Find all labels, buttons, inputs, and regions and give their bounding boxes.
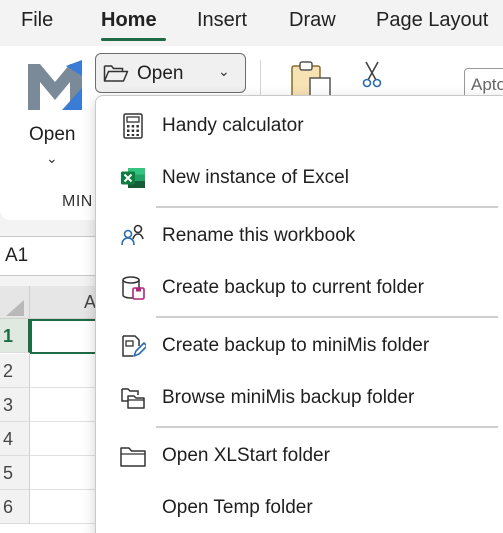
calculator-icon bbox=[123, 113, 143, 139]
open-split-button[interactable]: Open ⌄ bbox=[95, 53, 246, 93]
menu-item-handy-calculator[interactable]: Handy calculator bbox=[96, 101, 503, 151]
scissors-icon[interactable] bbox=[360, 60, 384, 88]
grid-line bbox=[30, 421, 100, 422]
row-number: 2 bbox=[3, 361, 14, 381]
row-header-2[interactable]: 2 bbox=[0, 354, 30, 388]
ribbon-tab-bar: File Home Insert Draw Page Layout bbox=[0, 0, 503, 44]
open-folder-icon bbox=[103, 65, 129, 82]
menu-separator bbox=[156, 316, 498, 318]
menu-item-open-temp-folder[interactable]: Open Temp folder bbox=[96, 483, 503, 533]
row-header-3[interactable]: 3 bbox=[0, 388, 30, 422]
backup-pen-icon bbox=[122, 335, 146, 357]
minimis-logo-icon[interactable] bbox=[26, 58, 84, 112]
tab-page-layout[interactable]: Page Layout bbox=[376, 9, 488, 32]
backup-cylinder-icon bbox=[122, 276, 145, 300]
menu-item-browse-minimis-backup[interactable]: Browse miniMis backup folder bbox=[96, 373, 503, 423]
paste-icon[interactable] bbox=[290, 60, 332, 100]
rename-users-icon bbox=[121, 224, 144, 246]
menu-item-backup-minimis-folder[interactable]: Create backup to miniMis folder bbox=[96, 321, 503, 371]
chevron-down-icon[interactable]: ⌄ bbox=[218, 63, 230, 80]
menu-item-label: Open XLStart folder bbox=[162, 445, 330, 466]
row-number: 3 bbox=[3, 395, 14, 415]
menu-item-label: Open Temp folder bbox=[162, 497, 313, 518]
menu-item-label: Handy calculator bbox=[162, 115, 304, 136]
grid-line bbox=[30, 387, 100, 388]
menu-separator bbox=[156, 206, 498, 208]
row-number: 1 bbox=[3, 326, 14, 346]
grid-line bbox=[30, 489, 100, 490]
menu-item-backup-current-folder[interactable]: Create backup to current folder bbox=[96, 263, 503, 313]
tab-insert[interactable]: Insert bbox=[197, 9, 247, 32]
menu-item-label: Rename this workbook bbox=[162, 225, 356, 246]
active-tab-indicator bbox=[101, 38, 166, 41]
folder-icon bbox=[120, 447, 146, 467]
menu-item-label: New instance of Excel bbox=[162, 167, 349, 188]
tab-home[interactable]: Home bbox=[101, 9, 157, 32]
row-header-4[interactable]: 4 bbox=[0, 422, 30, 456]
menu-item-open-xlstart-folder[interactable]: Open XLStart folder bbox=[96, 431, 503, 481]
tab-draw[interactable]: Draw bbox=[289, 9, 336, 32]
menu-item-label: Create backup to current folder bbox=[162, 277, 424, 298]
grid-line bbox=[30, 523, 100, 524]
menu-item-new-excel-instance[interactable]: New instance of Excel bbox=[96, 153, 503, 203]
group-label: MIN bbox=[62, 193, 93, 210]
ribbon-separator bbox=[260, 60, 261, 98]
browse-folders-icon bbox=[121, 388, 145, 409]
row-header-6[interactable]: 6 bbox=[0, 490, 30, 524]
name-box-value: A1 bbox=[5, 245, 29, 266]
menu-separator bbox=[156, 426, 498, 428]
open-dropdown-menu: Handy calculator New instance of Excel R… bbox=[95, 95, 503, 533]
chevron-down-icon[interactable]: ⌄ bbox=[46, 150, 58, 167]
row-number: 5 bbox=[3, 463, 14, 483]
row-header-1[interactable]: 1 bbox=[0, 319, 30, 353]
row-number: 6 bbox=[3, 497, 14, 517]
row-number: 4 bbox=[3, 429, 14, 449]
selected-cell-a1[interactable] bbox=[30, 319, 98, 354]
column-header-a[interactable]: A bbox=[30, 286, 100, 319]
open-split-label: Open bbox=[137, 63, 184, 84]
grid-line bbox=[30, 455, 100, 456]
open-big-button-label[interactable]: Open bbox=[29, 124, 75, 146]
menu-item-label: Create backup to miniMis folder bbox=[162, 335, 430, 356]
name-box[interactable]: A1 bbox=[0, 236, 100, 276]
row-header-5[interactable]: 5 bbox=[0, 456, 30, 490]
tab-file[interactable]: File bbox=[21, 9, 53, 32]
menu-item-label: Browse miniMis backup folder bbox=[162, 387, 415, 408]
menu-item-rename-workbook[interactable]: Rename this workbook bbox=[96, 211, 503, 261]
excel-icon bbox=[121, 168, 145, 188]
select-all-triangle-icon bbox=[6, 300, 24, 316]
